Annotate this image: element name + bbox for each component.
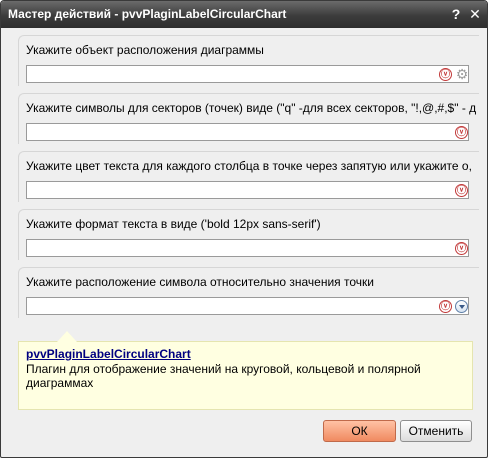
gear-icon[interactable]: ⚙: [455, 67, 469, 81]
chart-object-input[interactable]: [29, 67, 433, 83]
validate-icon[interactable]: ⓥ: [439, 300, 452, 313]
dialog-titlebar[interactable]: Мастер действий - pvvPlaginLabelCircular…: [1, 1, 487, 28]
field-label: Укажите расположение символа относительн…: [26, 275, 374, 289]
field-label: Укажите объект расположения диаграммы: [26, 43, 264, 57]
validate-icon[interactable]: ⓥ: [439, 68, 452, 81]
action-wizard-dialog: Мастер действий - pvvPlaginLabelCircular…: [0, 0, 488, 458]
ok-button[interactable]: ОК: [323, 420, 396, 442]
symbol-position-select[interactable]: ⓥ: [26, 297, 469, 315]
cancel-button[interactable]: Отменить: [400, 420, 472, 442]
field-symbol-position: Укажите расположение символа относительн…: [18, 267, 479, 318]
field-label: Укажите символы для секторов (точек) вид…: [26, 101, 477, 115]
plugin-name-link[interactable]: pvvPlaginLabelCircularChart: [26, 347, 191, 361]
chevron-down-icon[interactable]: [455, 300, 468, 313]
chart-object-input-box[interactable]: ⓥ ⚙: [26, 65, 469, 83]
close-icon[interactable]: ✕: [467, 6, 483, 22]
validate-icon[interactable]: ⓥ: [455, 184, 468, 197]
text-format-input-box[interactable]: ⓥ: [26, 239, 469, 257]
field-label: Укажите формат текста в виде ('bold 12px…: [26, 217, 321, 231]
text-format-input[interactable]: [29, 241, 433, 257]
field-chart-object: Укажите объект расположения диаграммы ⓥ …: [18, 35, 479, 86]
field-text-color: Укажите цвет текста для каждого столбца …: [18, 151, 479, 202]
text-color-input[interactable]: [29, 183, 433, 199]
dialog-title: Мастер действий - pvvPlaginLabelCircular…: [8, 7, 287, 21]
validate-icon[interactable]: ⓥ: [455, 242, 468, 255]
validate-icon[interactable]: ⓥ: [455, 126, 468, 139]
field-sector-symbols: Укажите символы для секторов (точек) вид…: [18, 93, 479, 144]
symbol-position-input[interactable]: [29, 299, 433, 315]
field-text-format: Укажите формат текста в виде ('bold 12px…: [18, 209, 479, 260]
sector-symbols-input-box[interactable]: ⓥ: [26, 123, 469, 141]
help-icon[interactable]: ?: [448, 6, 464, 22]
plugin-info-tooltip: pvvPlaginLabelCircularChart Плагин для о…: [18, 331, 473, 410]
plugin-description: Плагин для отображение значений на круго…: [26, 362, 421, 390]
field-label: Укажите цвет текста для каждого столбца …: [26, 159, 472, 173]
text-color-input-box[interactable]: ⓥ: [26, 181, 469, 199]
sector-symbols-input[interactable]: [29, 125, 433, 141]
tooltip-pointer: [57, 331, 77, 342]
